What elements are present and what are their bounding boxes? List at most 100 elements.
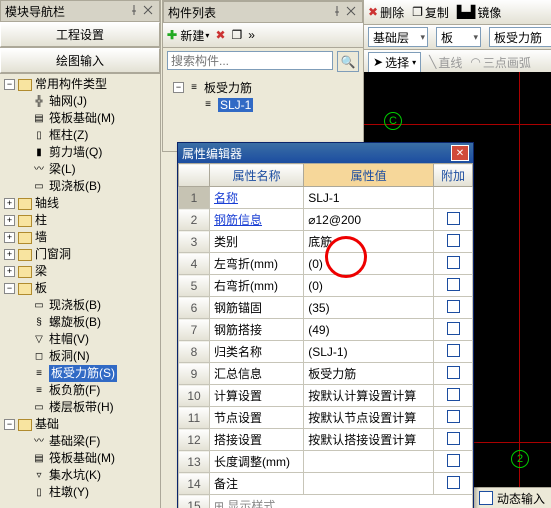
new-button[interactable]: ✚ 新建▾ [167,27,209,44]
row-number[interactable]: 3 [179,231,210,253]
expander-icon[interactable]: − [4,79,15,90]
prop-value-cell[interactable]: ⌀12@200 [304,209,434,231]
prop-name-cell[interactable]: 钢筋信息 [210,209,304,231]
property-row[interactable]: 12搭接设置按默认搭接设置计算 [179,429,473,451]
close-icon[interactable] [143,5,155,17]
property-row[interactable]: 6钢筋锚固(35) [179,297,473,319]
checkbox-icon[interactable] [447,234,460,247]
more-button[interactable]: » [248,28,255,42]
prop-value-cell[interactable]: (0) [304,275,434,297]
subcat-combo[interactable]: 板受力筋 [489,27,551,47]
tree-node[interactable]: 基础 [35,416,59,433]
property-row[interactable]: 8归类名称(SLJ-1) [179,341,473,363]
prop-name-cell[interactable]: 计算设置 [210,385,304,407]
tree-node[interactable]: 梁 [35,263,47,280]
category-combo[interactable]: 板 [436,27,481,47]
expander-icon[interactable]: + [4,266,15,277]
prop-extra-cell[interactable] [434,385,473,407]
prop-extra-cell[interactable] [434,231,473,253]
tree-node[interactable]: 框柱(Z) [49,127,88,144]
prop-name-cell[interactable]: 长度调整(mm) [210,451,304,473]
prop-value-cell[interactable]: (SLJ-1) [304,341,434,363]
pin-icon[interactable] [332,6,344,18]
tree-node[interactable]: 剪力墙(Q) [49,144,102,161]
tree-node[interactable]: 墙 [35,229,47,246]
nav-tree[interactable]: −常用构件类型 ╬轴网(J) ▤筏板基础(M) ▯框柱(Z) ▮剪力墙(Q) 〰… [0,74,160,508]
checkbox-icon[interactable] [447,212,460,225]
prop-value-cell[interactable]: SLJ-1 [304,187,434,209]
prop-extra-cell[interactable] [434,341,473,363]
checkbox-icon[interactable] [447,388,460,401]
prop-extra-cell[interactable] [434,473,473,495]
prop-value-cell[interactable] [304,473,434,495]
delete-tool[interactable]: ✖删除 [368,4,404,21]
prop-extra-cell[interactable] [434,297,473,319]
expander-icon[interactable]: + [4,232,15,243]
property-row[interactable]: 4左弯折(mm)(0) [179,253,473,275]
expand-icon[interactable]: ⊞ [214,499,227,508]
col-value[interactable]: 属性值 [304,164,434,187]
search-button[interactable]: 🔍 [337,51,359,72]
prop-name-cell[interactable]: 汇总信息 [210,363,304,385]
property-row[interactable]: 11节点设置按默认节点设置计算 [179,407,473,429]
prop-extra-cell[interactable] [434,451,473,473]
row-number[interactable]: 5 [179,275,210,297]
tree-node[interactable]: 板 [35,280,47,297]
pin-icon[interactable] [129,5,141,17]
mirror-tool[interactable]: ▙▟镜像 [457,4,501,21]
tree-node[interactable]: 板洞(N) [49,348,90,365]
component-tree[interactable]: −≡板受力筋 ≡SLJ-1 [163,75,363,117]
property-row[interactable]: 2钢筋信息⌀12@200 [179,209,473,231]
row-number[interactable]: 8 [179,341,210,363]
arc-tool[interactable]: ◠三点画弧 [470,54,531,71]
row-number[interactable]: 1 [179,187,210,209]
tree-node[interactable]: 筏板基础(M) [49,110,115,127]
prop-value-cell[interactable]: (0) [304,253,434,275]
select-tool[interactable]: ➤选择▾ [368,52,421,73]
tree-node-selected[interactable]: 板受力筋(S) [49,365,117,382]
prop-value-cell[interactable]: 按默认计算设置计算 [304,385,434,407]
delete-button[interactable]: ✖ [215,28,225,42]
tree-node[interactable]: 柱墩(Y) [49,484,89,501]
btn-project-settings[interactable]: 工程设置 [0,22,160,47]
prop-extra-cell[interactable] [434,275,473,297]
checkbox-icon[interactable] [447,366,460,379]
property-row[interactable]: 3类别底筋 [179,231,473,253]
prop-name-cell[interactable]: 搭接设置 [210,429,304,451]
property-grid[interactable]: 属性名称 属性值 附加 1名称SLJ-12钢筋信息⌀12@2003类别底筋4左弯… [178,163,473,508]
property-row[interactable]: 7钢筋搭接(49) [179,319,473,341]
tree-node[interactable]: 板受力筋 [204,79,252,96]
prop-extra-cell[interactable] [434,407,473,429]
expander-icon[interactable]: + [4,215,15,226]
btn-draw-input[interactable]: 绘图输入 [0,48,160,73]
tree-node[interactable]: 轴网(J) [49,93,87,110]
row-number[interactable]: 15 [179,495,210,508]
property-row[interactable]: 5右弯折(mm)(0) [179,275,473,297]
col-rownum[interactable] [179,164,210,187]
tree-node[interactable]: 柱帽(V) [49,331,89,348]
row-number[interactable]: 14 [179,473,210,495]
prop-name-cell[interactable]: 节点设置 [210,407,304,429]
close-icon[interactable] [346,6,358,18]
prop-value-cell[interactable]: (35) [304,297,434,319]
close-icon[interactable]: ✕ [451,145,469,161]
checkbox-icon[interactable] [447,344,460,357]
copy-button[interactable]: ❐ [232,28,243,42]
tree-node[interactable]: 集水坑(K) [49,467,101,484]
prop-value-cell[interactable]: 板受力筋 [304,363,434,385]
row-number[interactable]: 10 [179,385,210,407]
property-row[interactable]: 13长度调整(mm) [179,451,473,473]
col-name[interactable]: 属性名称 [210,164,304,187]
prop-name-cell[interactable]: 左弯折(mm) [210,253,304,275]
expander-icon[interactable]: − [4,419,15,430]
tree-node[interactable]: 板负筋(F) [49,382,100,399]
tree-node[interactable]: 螺旋板(B) [49,314,101,331]
tree-node[interactable]: 梁(L) [49,161,76,178]
expander-icon[interactable]: + [4,198,15,209]
tree-node[interactable]: 现浇板(B) [49,178,101,195]
checkbox-icon[interactable] [447,300,460,313]
row-number[interactable]: 11 [179,407,210,429]
row-number[interactable]: 2 [179,209,210,231]
prop-value-cell[interactable] [304,451,434,473]
prop-extra-cell[interactable] [434,319,473,341]
